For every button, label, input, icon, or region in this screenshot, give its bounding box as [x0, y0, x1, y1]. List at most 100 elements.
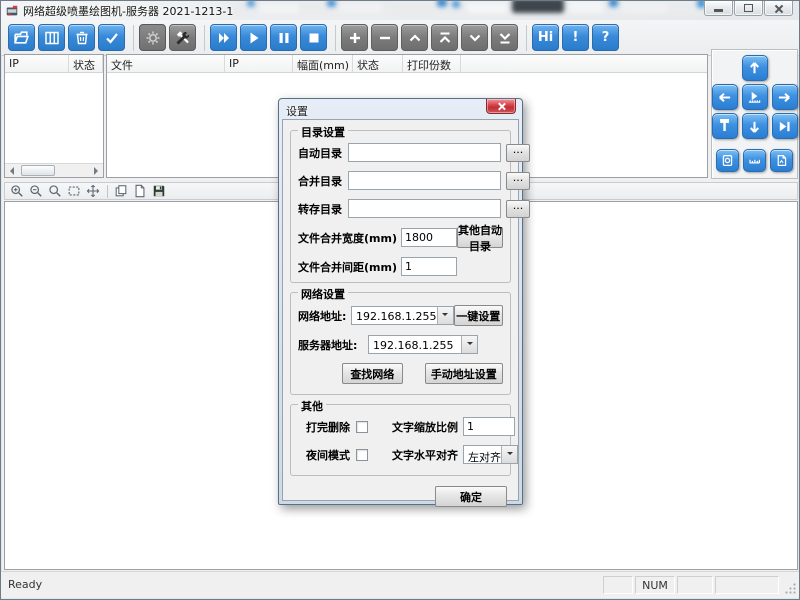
- merge-gap-input[interactable]: [401, 257, 457, 276]
- column-header-status[interactable]: 状态: [353, 55, 403, 72]
- auto-dir-input[interactable]: [348, 143, 501, 162]
- dialog-body: 目录设置 自动目录 ... 合并目录 ... 转存目录 ... 文件: [282, 119, 519, 501]
- scroll-right-icon[interactable]: [89, 164, 103, 177]
- page-setup-button[interactable]: [770, 149, 793, 172]
- other-auto-dir-button[interactable]: 其他自动目录: [457, 227, 503, 248]
- stop-button[interactable]: [300, 24, 327, 51]
- delete-after-print-label: 打完删除: [306, 419, 350, 435]
- play-button[interactable]: [240, 24, 267, 51]
- hi-button[interactable]: Hi: [532, 24, 559, 51]
- maximize-button[interactable]: [734, 1, 763, 16]
- folder-open-icon: [13, 29, 30, 46]
- help-button[interactable]: ?: [592, 24, 619, 51]
- scrollbar-thumb[interactable]: [21, 165, 55, 176]
- resize-grip[interactable]: [783, 581, 797, 595]
- close-button[interactable]: [764, 1, 793, 16]
- chevron-down-icon: [467, 30, 483, 46]
- move-up-button[interactable]: [401, 24, 428, 51]
- exclamation-icon: !: [573, 31, 579, 44]
- app-window: 网络超级喷墨绘图机-服务器 2021-1213-1: [0, 0, 800, 600]
- text-align-combo[interactable]: 左对齐: [463, 445, 518, 464]
- delete-after-print-checkbox[interactable]: [356, 421, 368, 433]
- column-header-file[interactable]: 文件: [107, 55, 225, 72]
- server-address-label: 服务器地址:: [298, 337, 366, 353]
- skip-to-end-button[interactable]: [772, 113, 798, 139]
- move-down-button[interactable]: [461, 24, 488, 51]
- dialog-close-button[interactable]: [486, 99, 516, 114]
- save-button[interactable]: [150, 184, 168, 199]
- columns-button[interactable]: [38, 24, 65, 51]
- select-region-button[interactable]: [65, 184, 83, 199]
- open-button[interactable]: [8, 24, 35, 51]
- transfer-dir-browse-button[interactable]: ...: [506, 200, 530, 218]
- remove-button[interactable]: [371, 24, 398, 51]
- auto-dir-browse-button[interactable]: ...: [506, 144, 530, 162]
- arrow-right-icon: [777, 90, 792, 105]
- toolbar-separator: [133, 25, 134, 51]
- text-scale-input[interactable]: [463, 417, 515, 436]
- find-network-button[interactable]: 查找网络: [342, 363, 403, 384]
- dropdown-arrow-icon[interactable]: [461, 336, 477, 353]
- arrow-up-icon: [747, 61, 762, 76]
- zoom-fit-button[interactable]: [46, 184, 64, 199]
- zoom-in-icon: [10, 184, 24, 198]
- client-list-panel: IP 状态: [4, 54, 104, 178]
- fast-forward-icon: [216, 30, 232, 46]
- nudge-up-button[interactable]: [742, 55, 768, 81]
- client-list-hscrollbar[interactable]: [5, 163, 103, 177]
- add-button[interactable]: [341, 24, 368, 51]
- tools-button[interactable]: [169, 24, 196, 51]
- minimize-button[interactable]: [704, 1, 733, 16]
- settings-button[interactable]: [139, 24, 166, 51]
- nudge-right-button[interactable]: [772, 84, 798, 110]
- preview-page-icon: [133, 184, 147, 198]
- merge-width-label: 文件合并宽度(mm): [298, 230, 397, 246]
- pause-button[interactable]: [270, 24, 297, 51]
- column-header-ip[interactable]: IP: [5, 55, 69, 72]
- close-icon: [498, 103, 505, 110]
- manual-address-button[interactable]: 手动地址设置: [425, 363, 503, 384]
- nudge-left-button[interactable]: [712, 84, 738, 110]
- one-key-setup-button[interactable]: 一键设置: [454, 305, 504, 326]
- column-header-copies[interactable]: 打印份数: [403, 55, 461, 72]
- zoom-out-button[interactable]: [27, 184, 45, 199]
- column-header-size[interactable]: 幅面(mm): [293, 55, 353, 72]
- delete-button[interactable]: [68, 24, 95, 51]
- column-header-status[interactable]: 状态: [69, 55, 103, 72]
- night-mode-checkbox[interactable]: [356, 449, 368, 461]
- device-status-button[interactable]: [716, 149, 739, 172]
- minus-icon: [377, 30, 393, 46]
- print-preview-button[interactable]: [131, 184, 149, 199]
- plotter-control-panel: T: [711, 49, 798, 179]
- play-ruler-icon: [747, 90, 762, 105]
- scroll-left-icon[interactable]: [5, 164, 19, 177]
- measure-button[interactable]: [743, 149, 766, 172]
- print-test-button[interactable]: [742, 84, 768, 110]
- ok-button[interactable]: 确定: [435, 486, 507, 507]
- copy-icon: [114, 184, 128, 198]
- zoom-in-button[interactable]: [8, 184, 26, 199]
- copy-view-button[interactable]: [112, 184, 130, 199]
- merge-dir-browse-button[interactable]: ...: [506, 172, 530, 190]
- network-address-combo[interactable]: 192.168.1.255: [351, 306, 453, 325]
- dialog-titlebar[interactable]: 设置: [282, 102, 519, 119]
- confirm-button[interactable]: [98, 24, 125, 51]
- toolbar-separator: [107, 185, 108, 198]
- transfer-dir-input[interactable]: [348, 199, 501, 218]
- dropdown-arrow-icon[interactable]: [437, 307, 453, 324]
- move-to-top-button[interactable]: [431, 24, 458, 51]
- fast-forward-button[interactable]: [210, 24, 237, 51]
- dropdown-arrow-icon[interactable]: [501, 446, 517, 463]
- text-tool-button[interactable]: T: [712, 113, 738, 139]
- merge-dir-label: 合并目录: [298, 173, 342, 189]
- zoom-out-icon: [29, 184, 43, 198]
- server-address-combo[interactable]: 192.168.1.255: [368, 335, 478, 354]
- merge-dir-input[interactable]: [348, 171, 501, 190]
- move-to-bottom-button[interactable]: [491, 24, 518, 51]
- column-header-ip[interactable]: IP: [225, 55, 293, 72]
- nudge-down-button[interactable]: [742, 113, 768, 139]
- alert-button[interactable]: !: [562, 24, 589, 51]
- merge-width-input[interactable]: [401, 228, 457, 247]
- pan-button[interactable]: [84, 184, 102, 199]
- status-text: Ready: [1, 578, 603, 591]
